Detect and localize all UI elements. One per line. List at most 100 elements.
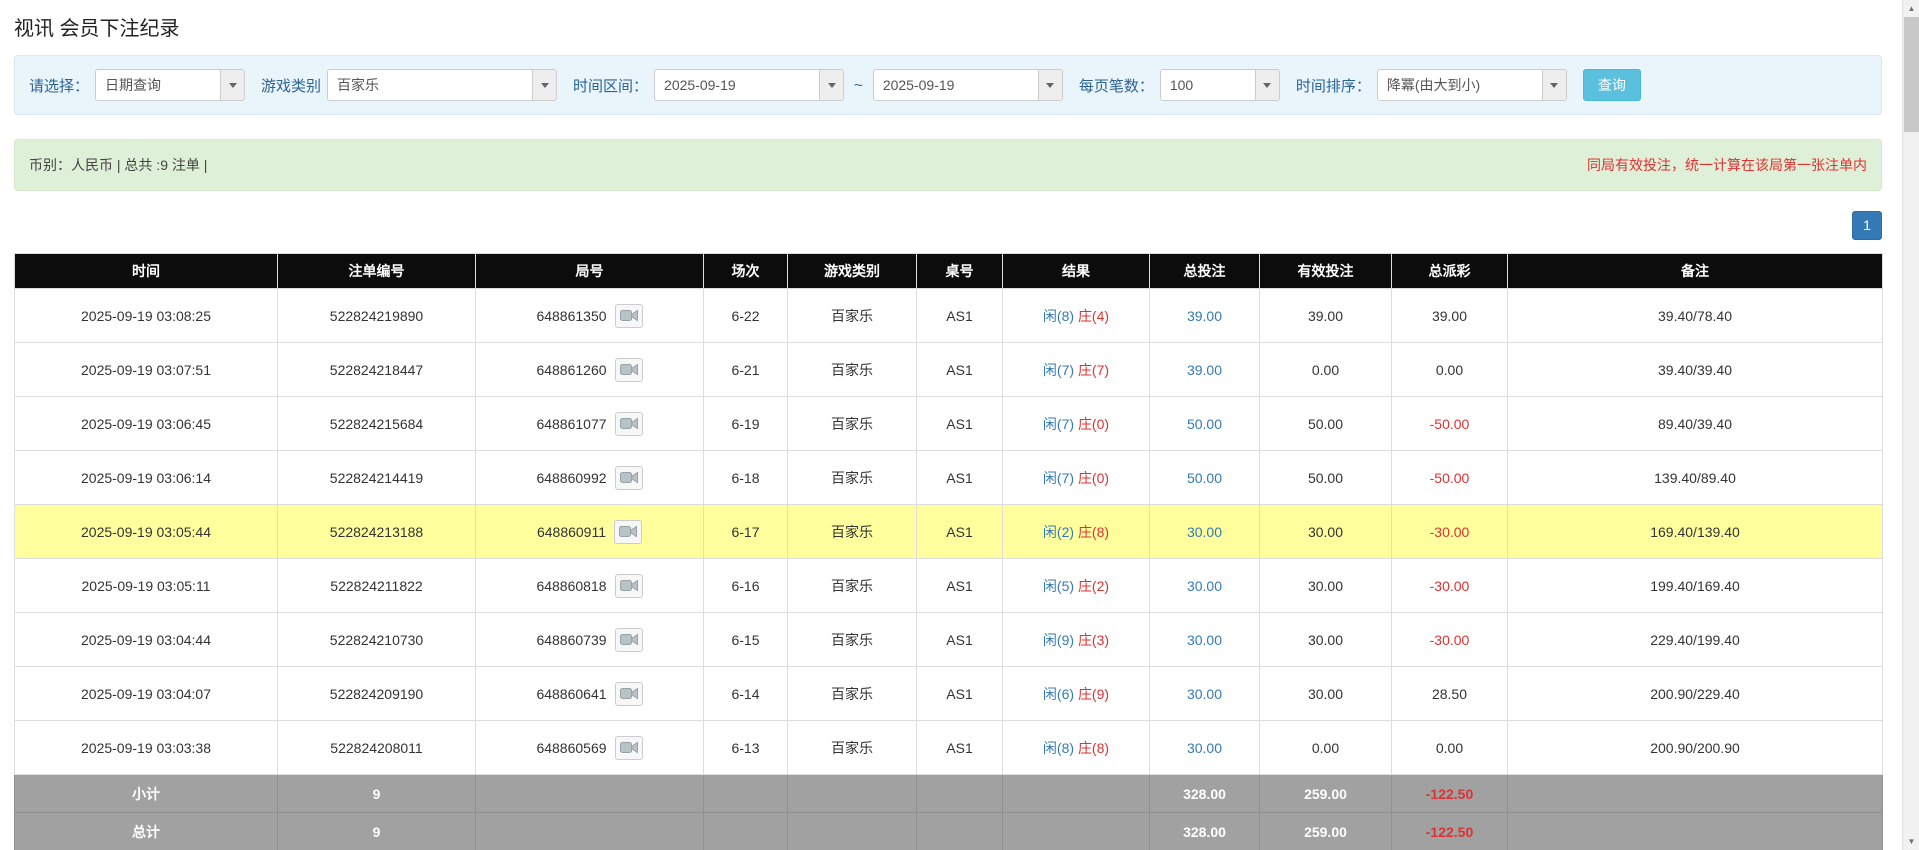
total-bet-cell: 50.00 — [1149, 450, 1260, 505]
summary-row: 总计 9 328.00 259.00 -122.50 — [14, 812, 1883, 850]
replay-video-icon[interactable] — [614, 357, 643, 382]
session-cell: 6-17 — [703, 504, 788, 559]
column-header: 总投注 — [1149, 253, 1260, 289]
summary-empty-cell — [1002, 774, 1150, 813]
scroll-up-icon[interactable]: ▲ — [1903, 0, 1919, 17]
note-cell: 139.40/89.40 — [1507, 450, 1883, 505]
banker-result: 庄(8) — [1077, 739, 1110, 756]
player-result: 闲(7) — [1042, 469, 1075, 486]
session-cell: 6-15 — [703, 612, 788, 667]
session-cell: 6-14 — [703, 666, 788, 721]
banker-result: 庄(9) — [1077, 685, 1110, 702]
player-result: 闲(6) — [1042, 685, 1075, 702]
replay-video-icon[interactable] — [614, 627, 643, 652]
table-number-cell: AS1 — [916, 720, 1003, 775]
game-type-value: 百家乐 — [337, 77, 380, 93]
payout-cell: 28.50 — [1391, 666, 1508, 721]
summary-empty-cell — [787, 812, 917, 850]
total-bet-cell: 39.00 — [1149, 288, 1260, 343]
bet-row: 2025-09-19 03:04:44 522824210730 648860739… — [14, 612, 1883, 667]
round-cell: 648861260 — [475, 342, 704, 397]
bet-row: 2025-09-19 03:03:38 522824208011 648860569… — [14, 720, 1883, 775]
chevron-down-icon[interactable] — [1037, 70, 1062, 100]
player-result: 闲(8) — [1042, 307, 1075, 324]
chevron-down-icon[interactable] — [1541, 70, 1566, 100]
date-to-picker[interactable]: 2025-09-19 — [872, 69, 1063, 101]
bet-row: 2025-09-19 03:06:45 522824215684 648861077… — [14, 396, 1883, 451]
chevron-down-icon[interactable] — [220, 70, 245, 100]
replay-video-icon[interactable] — [614, 735, 643, 760]
round-number: 648861077 — [536, 415, 607, 432]
table-number-cell: AS1 — [916, 612, 1003, 667]
replay-video-icon[interactable] — [614, 411, 643, 436]
result-cell: 闲(6) 庄(9) — [1002, 666, 1150, 721]
summary-label-cell: 总计 — [14, 812, 278, 850]
banker-result: 庄(3) — [1077, 631, 1110, 648]
scrollbar-thumb[interactable] — [1904, 17, 1919, 132]
game-type-combobox[interactable]: 百家乐 — [327, 69, 558, 101]
game-type-cell: 百家乐 — [787, 396, 917, 451]
time-cell: 2025-09-19 03:07:51 — [14, 342, 278, 397]
chevron-down-icon[interactable] — [532, 70, 557, 100]
game-type-cell: 百家乐 — [787, 450, 917, 505]
column-header: 备注 — [1507, 253, 1883, 289]
table-number-cell: AS1 — [916, 666, 1003, 721]
scroll-down-icon[interactable]: ▼ — [1903, 833, 1919, 850]
replay-video-icon[interactable] — [614, 573, 643, 598]
player-result: 闲(2) — [1042, 523, 1075, 540]
sort-order-combobox[interactable]: 降冪(由大到小) — [1376, 69, 1567, 101]
column-header: 局号 — [475, 253, 704, 289]
valid-bet-cell: 30.00 — [1259, 612, 1392, 667]
round-cell: 648861350 — [475, 288, 704, 343]
round-cell: 648860992 — [475, 450, 704, 505]
page-title: 视讯 会员下注纪录 — [14, 18, 180, 40]
chevron-down-icon[interactable] — [819, 70, 844, 100]
payout-cell: -30.00 — [1391, 504, 1508, 559]
replay-video-icon[interactable] — [614, 519, 643, 544]
bet-id-cell: 522824210730 — [277, 612, 476, 667]
page-size-label: 每页笔数： — [1078, 77, 1154, 95]
replay-video-icon[interactable] — [614, 681, 643, 706]
summary-empty-cell — [1002, 812, 1150, 850]
replay-video-icon[interactable] — [614, 303, 643, 328]
column-header: 有效投注 — [1259, 253, 1392, 289]
round-cell: 648860818 — [475, 558, 704, 613]
summary-payout-cell: -122.50 — [1391, 774, 1508, 813]
page-size-combobox[interactable]: 100 — [1159, 69, 1280, 101]
note-cell: 200.90/200.90 — [1507, 720, 1883, 775]
summary-empty-cell — [916, 812, 1003, 850]
replay-video-icon[interactable] — [614, 465, 643, 490]
game-type-label: 游戏类别 — [261, 77, 322, 95]
column-header: 总派彩 — [1391, 253, 1508, 289]
game-type-cell: 百家乐 — [787, 288, 917, 343]
summary-bar: 币别：人民币 | 总共 :9 注单 | 同局有效投注，统一计算在该局第一张注单内 — [14, 139, 1882, 191]
page-size-value: 100 — [1169, 77, 1194, 93]
bet-row: 2025-09-19 03:08:25 522824219890 648861350… — [14, 288, 1883, 343]
round-cell: 648860739 — [475, 612, 704, 667]
session-cell: 6-21 — [703, 342, 788, 397]
session-cell: 6-19 — [703, 396, 788, 451]
time-cell: 2025-09-19 03:04:44 — [14, 612, 278, 667]
time-cell: 2025-09-19 03:05:11 — [14, 558, 278, 613]
vertical-scrollbar[interactable]: ▲ ▼ — [1902, 0, 1919, 850]
valid-bet-notice-text: 同局有效投注，统一计算在该局第一张注单内 — [1587, 157, 1867, 173]
round-number: 648860569 — [536, 739, 607, 756]
round-cell: 648860569 — [475, 720, 704, 775]
banker-result: 庄(0) — [1077, 415, 1110, 432]
note-cell: 229.40/199.40 — [1507, 612, 1883, 667]
time-cell: 2025-09-19 03:05:44 — [14, 504, 278, 559]
sort-order-value: 降冪(由大到小) — [1386, 77, 1481, 93]
page-button-1[interactable]: 1 — [1852, 211, 1882, 240]
total-bet-cell: 30.00 — [1149, 504, 1260, 559]
date-from-picker[interactable]: 2025-09-19 — [654, 69, 845, 101]
player-result: 闲(9) — [1042, 631, 1075, 648]
summary-payout-cell: -122.50 — [1391, 812, 1508, 850]
chevron-down-icon[interactable] — [1254, 70, 1279, 100]
result-cell: 闲(8) 庄(8) — [1002, 720, 1150, 775]
sort-order-label: 时间排序： — [1295, 77, 1371, 95]
search-button[interactable]: 查询 — [1582, 69, 1641, 101]
table-number-cell: AS1 — [916, 288, 1003, 343]
valid-bet-cell: 0.00 — [1259, 342, 1392, 397]
bet-id-cell: 522824215684 — [277, 396, 476, 451]
date-mode-combobox[interactable]: 日期查询 — [95, 69, 246, 101]
